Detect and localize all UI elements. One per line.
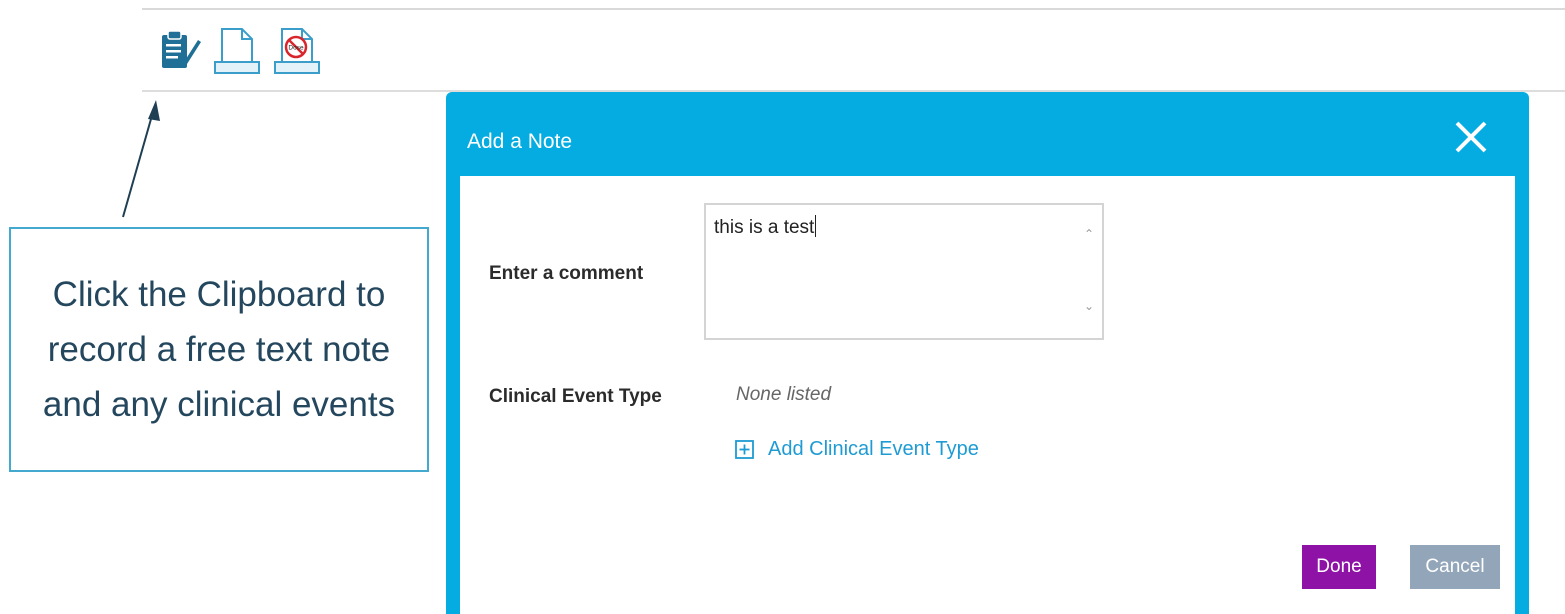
top-divider (142, 8, 1565, 10)
clinical-event-value: None listed (736, 384, 832, 405)
document-icon[interactable] (212, 26, 262, 76)
callout-text: Click the Clipboard to record a free tex… (42, 275, 396, 424)
cancel-button[interactable]: Cancel (1410, 545, 1500, 589)
toolbar: Dose (158, 26, 322, 78)
add-clinical-event-label: Add Clinical Event Type (768, 438, 979, 460)
comment-text-value: this is a test (714, 215, 817, 239)
text-caret (815, 215, 817, 237)
no-dose-document-icon[interactable]: Dose (272, 26, 322, 76)
dialog-title: Add a Note (467, 130, 573, 153)
plus-box-icon (735, 440, 754, 459)
add-note-dialog: Add a Note Enter a comment this is a tes… (446, 92, 1529, 614)
scroll-down-icon[interactable]: ⌄ (1084, 299, 1094, 313)
comment-textarea[interactable]: this is a test ⌃ ⌄ (704, 203, 1104, 340)
close-icon[interactable] (1451, 117, 1491, 157)
page: Dose Click the Clipboard to record a fre… (0, 0, 1565, 614)
clipboard-icon[interactable] (158, 26, 202, 72)
annotation-callout: Click the Clipboard to record a free tex… (9, 227, 429, 472)
done-button[interactable]: Done (1302, 545, 1376, 589)
add-clinical-event-link[interactable]: Add Clinical Event Type (735, 438, 979, 461)
comment-label: Enter a comment (489, 263, 644, 284)
scroll-up-icon[interactable]: ⌃ (1084, 227, 1094, 241)
no-dose-badge-text: Dose (288, 45, 304, 52)
dialog-body: Enter a comment this is a test ⌃ ⌄ Clini… (460, 176, 1515, 614)
clinical-event-label: Clinical Event Type (489, 386, 662, 407)
comment-value: this is a test (714, 217, 815, 238)
